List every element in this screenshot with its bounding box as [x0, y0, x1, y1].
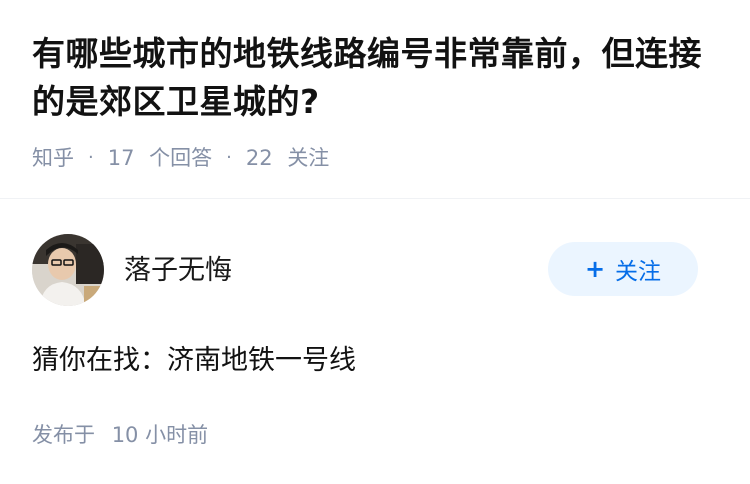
- follow-button[interactable]: + 关注: [548, 242, 698, 296]
- follow-button-label: 关注: [615, 259, 662, 285]
- separator-dot: ·: [226, 146, 232, 168]
- author-row: 落子无悔 + 关注: [0, 226, 750, 306]
- answers-count-number: 17: [107, 146, 135, 170]
- plus-icon: +: [584, 255, 606, 283]
- question-meta: 知乎 · 17 个回答 · 22 关注: [32, 142, 718, 172]
- avatar[interactable]: [32, 234, 104, 306]
- followers-count-label: 关注: [287, 146, 330, 170]
- author-name[interactable]: 落子无悔: [124, 248, 232, 287]
- question-title[interactable]: 有哪些城市的地铁线路编号非常靠前，但连接的是郊区卫星城的?: [32, 30, 718, 126]
- followers-count-number: 22: [245, 146, 273, 170]
- section-divider: [0, 198, 750, 199]
- answer-content[interactable]: 猜你在找：济南地铁一号线: [32, 338, 356, 377]
- question-header: 有哪些城市的地铁线路编号非常靠前，但连接的是郊区卫星城的? 知乎 · 17 个回…: [0, 0, 750, 170]
- separator-dot: ·: [88, 146, 94, 168]
- followers-count[interactable]: 22 关注: [246, 142, 329, 172]
- publish-time-value: 10 小时前: [111, 423, 209, 447]
- avatar-image: [32, 234, 104, 306]
- source-label[interactable]: 知乎: [32, 142, 74, 172]
- publish-label: 发布于: [32, 423, 95, 447]
- answers-count[interactable]: 17 个回答: [108, 142, 212, 172]
- answers-count-label: 个回答: [149, 146, 213, 170]
- answer-card: 落子无悔 + 关注 猜你在找：济南地铁一号线 发布于 10 小时前: [0, 226, 750, 447]
- publish-time: 发布于 10 小时前: [32, 419, 208, 449]
